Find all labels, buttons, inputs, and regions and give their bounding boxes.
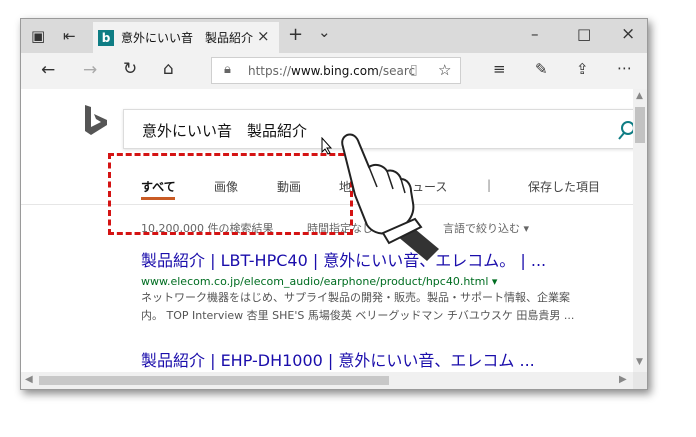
tab-menu-button[interactable]: ⌄ — [318, 23, 331, 41]
lock-icon: 🔒︎ — [224, 62, 231, 77]
set-aside-tabs-icon[interactable]: ⇤ — [63, 27, 76, 45]
favorite-star-icon[interactable]: ☆ — [438, 61, 451, 79]
result-snippet: 内。 TOP Interview 杏里 SHE'S 馬場俊英 ベリーグッドマン … — [141, 309, 575, 322]
scroll-down-icon[interactable]: ▼ — [636, 357, 643, 367]
language-filter[interactable]: 言語で絞り込む ▾ — [443, 220, 529, 236]
forward-icon[interactable]: → — [83, 60, 97, 80]
favorites-list-icon[interactable]: ≡ — [493, 60, 506, 78]
bing-favicon-icon: b — [98, 30, 114, 46]
minimize-button[interactable]: – — [531, 25, 539, 43]
close-window-button[interactable]: × — [621, 24, 635, 44]
more-options-icon[interactable]: ⋯ — [617, 59, 632, 77]
result-title[interactable]: 製品紹介 | EHP-DH1000 | 意外にいい音、エレコム ... — [141, 347, 535, 371]
tab-close-button[interactable]: × — [257, 27, 270, 45]
tab-actions-icon[interactable]: ▣ — [31, 27, 45, 45]
address-bar[interactable]: 🔒︎ https://www.bing.com/searc ▯ ☆ — [211, 57, 461, 84]
search-icon[interactable] — [618, 120, 633, 140]
highlight-callout — [108, 153, 353, 235]
pointing-hand-icon — [341, 133, 439, 261]
new-tab-button[interactable]: + — [288, 24, 303, 45]
address-text[interactable]: https://www.bing.com/searc — [248, 64, 418, 78]
tab-separator: | — [487, 178, 492, 192]
scroll-up-icon[interactable]: ▲ — [636, 91, 643, 101]
result-snippet: ネットワーク機器をはじめ、サプライ製品の開発・販売。製品・サポート情報、企業案 — [141, 291, 570, 304]
tab-saved[interactable]: 保存した項目 — [528, 178, 600, 195]
title-bar: ▣ ⇤ b 意外にいい音 製品紹介 × + ⌄ – □ × — [21, 19, 647, 53]
browser-window: ▣ ⇤ b 意外にいい音 製品紹介 × + ⌄ – □ × ← → ↻ ⌂ 🔒︎… — [20, 18, 648, 390]
share-icon[interactable]: ⇪ — [576, 60, 589, 78]
vertical-scrollbar[interactable]: ▲ ▼ — [633, 89, 647, 372]
toolbar: ← → ↻ ⌂ 🔒︎ https://www.bing.com/searc ▯ … — [21, 53, 647, 90]
refresh-icon[interactable]: ↻ — [123, 59, 137, 79]
home-icon[interactable]: ⌂ — [163, 59, 174, 79]
tab-title: 意外にいい音 製品紹介 — [121, 31, 254, 45]
horizontal-scrollbar[interactable]: ◀ ▶ — [21, 372, 633, 389]
maximize-button[interactable]: □ — [577, 25, 591, 43]
browser-tab[interactable]: b 意外にいい音 製品紹介 × — [93, 22, 279, 53]
mouse-cursor-icon — [321, 137, 333, 155]
scroll-thumb[interactable] — [635, 107, 645, 143]
back-icon[interactable]: ← — [41, 60, 55, 80]
bing-logo-icon — [85, 105, 107, 135]
reading-view-icon[interactable]: ▯ — [410, 62, 418, 78]
scroll-corner — [633, 372, 647, 389]
hscroll-thumb[interactable] — [39, 376, 389, 385]
pen-icon[interactable]: ✎ — [535, 60, 548, 78]
scroll-right-icon[interactable]: ▶ — [619, 374, 627, 385]
page-content: 意外にいい音 製品紹介 すべて 画像 動画 地図 ニュース | 保存した項目 1… — [21, 89, 633, 372]
scroll-left-icon[interactable]: ◀ — [25, 374, 33, 385]
result-url[interactable]: www.elecom.co.jp/elecom_audio/earphone/p… — [141, 275, 497, 288]
search-input[interactable]: 意外にいい音 製品紹介 — [142, 120, 307, 141]
